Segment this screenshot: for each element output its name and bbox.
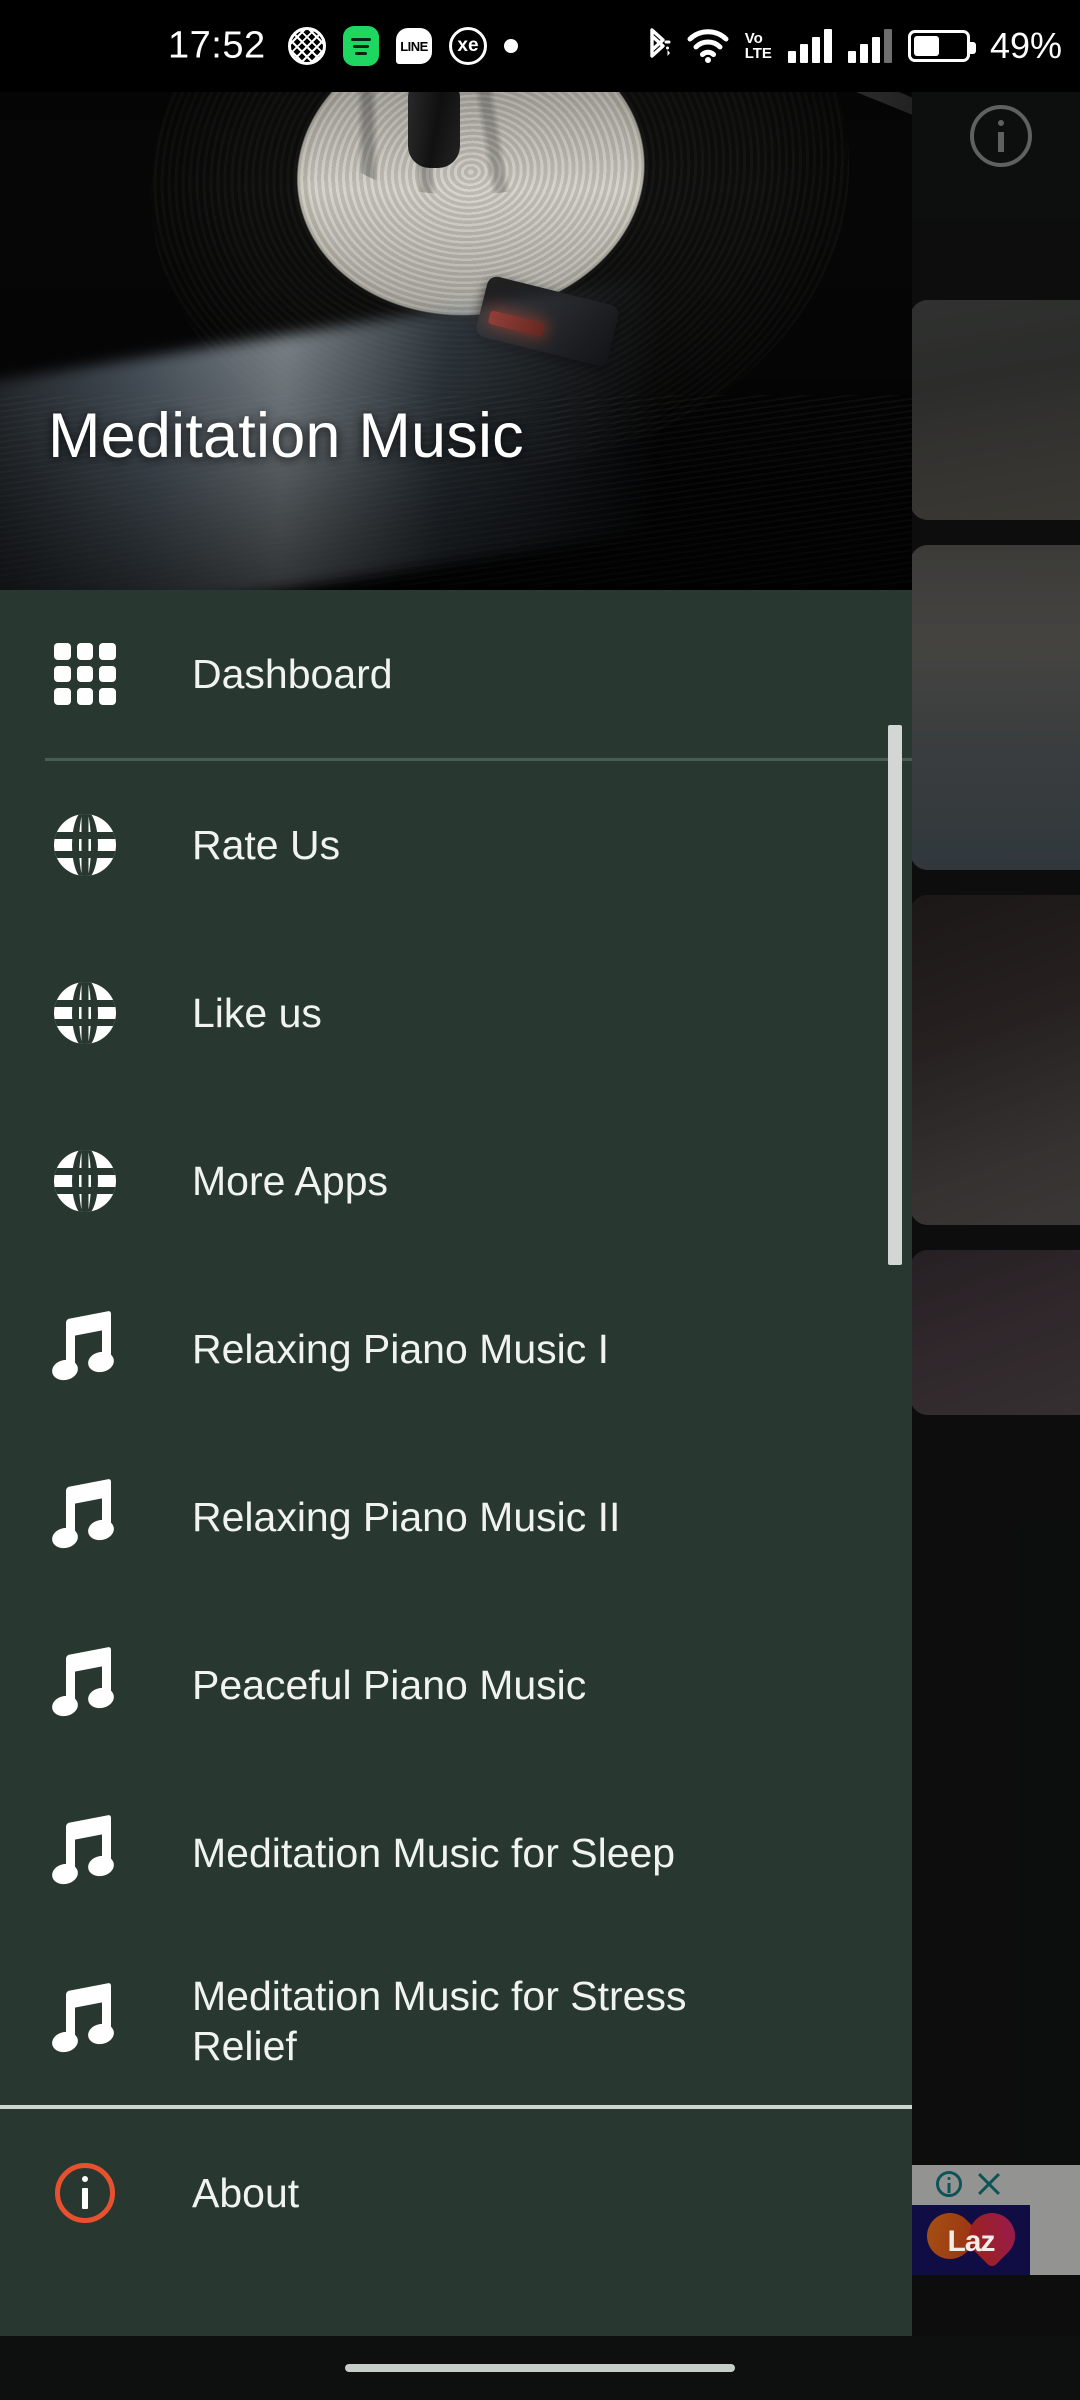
sidebar-item-label: More Apps xyxy=(192,1157,388,1204)
sidebar-item-label: Rate Us xyxy=(192,821,341,868)
grid-icon xyxy=(40,643,130,705)
sidebar-item-label: Relaxing Piano Music I xyxy=(192,1325,610,1372)
signal-sim1-icon xyxy=(787,29,832,63)
bluetooth-icon xyxy=(645,26,671,66)
volte-icon: Vo LTE xyxy=(744,29,772,62)
status-bar: 17:52 LINE xe Vo LTE 49% xyxy=(0,0,1080,92)
sidebar-item-more-apps[interactable]: More Apps xyxy=(0,1097,912,1265)
xe-icon: xe xyxy=(449,27,487,65)
battery-icon xyxy=(907,30,976,62)
status-system-icons: Vo LTE 49% xyxy=(645,25,1062,67)
system-navigation-bar xyxy=(0,2336,1080,2400)
drawer-menu-list: Dashboard Rate Us Like us More Apps Rela… xyxy=(0,590,912,2277)
music-note-icon xyxy=(40,1478,130,1551)
phone-screen: Laz Meditation Music Dashboard Rate Us L… xyxy=(0,0,1080,2400)
globe-icon xyxy=(40,814,130,876)
sidebar-item-label: Meditation Music for Stress Relief xyxy=(192,1972,687,2069)
navigation-drawer: Meditation Music Dashboard Rate Us Like … xyxy=(0,0,912,2400)
page-title: Meditation Music xyxy=(48,401,524,471)
battery-percent-label: 49% xyxy=(989,25,1062,66)
spotify-icon xyxy=(343,26,379,66)
sidebar-item-relaxing-piano-music-2[interactable]: Relaxing Piano Music II xyxy=(0,1433,912,1601)
ad-brand-label: Laz xyxy=(947,2225,995,2258)
music-note-icon xyxy=(40,1310,130,1383)
status-time: 17:52 xyxy=(168,24,266,67)
shield-icon xyxy=(288,27,326,65)
globe-icon xyxy=(40,1150,130,1212)
signal-sim2-icon xyxy=(847,29,892,63)
sidebar-item-label: Peaceful Piano Music xyxy=(192,1661,587,1708)
dot-icon xyxy=(504,39,518,53)
music-note-icon xyxy=(40,1646,130,1719)
music-note-icon xyxy=(40,1814,130,1887)
sidebar-item-about[interactable]: About xyxy=(0,2109,912,2277)
sidebar-item-meditation-music-for-sleep[interactable]: Meditation Music for Sleep xyxy=(0,1769,912,1937)
sidebar-item-rate-us[interactable]: Rate Us xyxy=(0,761,912,929)
sidebar-item-label: Relaxing Piano Music II xyxy=(192,1493,621,1540)
sidebar-item-label: About xyxy=(192,2169,300,2216)
status-notification-icons: LINE xe xyxy=(288,26,518,66)
sidebar-item-meditation-music-for-stress-relief[interactable]: Meditation Music for Stress Relief xyxy=(0,1937,912,2105)
sidebar-item-peaceful-piano-music[interactable]: Peaceful Piano Music xyxy=(0,1601,912,1769)
sidebar-item-like-us[interactable]: Like us xyxy=(0,929,912,1097)
sidebar-item-label: Dashboard xyxy=(192,650,393,697)
line-icon: LINE xyxy=(396,28,432,64)
sidebar-item-label: Meditation Music for Sleep xyxy=(192,1829,676,1876)
music-note-icon xyxy=(40,1982,130,2055)
sidebar-item-relaxing-piano-music-1[interactable]: Relaxing Piano Music I xyxy=(0,1265,912,1433)
wifi-icon xyxy=(687,28,729,64)
info-circle-icon xyxy=(40,2163,130,2223)
globe-icon xyxy=(40,982,130,1044)
drawer-scrollbar[interactable] xyxy=(888,725,902,1265)
sidebar-item-dashboard[interactable]: Dashboard xyxy=(0,590,912,758)
gesture-handle[interactable] xyxy=(345,2364,735,2372)
sidebar-item-label: Like us xyxy=(192,989,322,1036)
